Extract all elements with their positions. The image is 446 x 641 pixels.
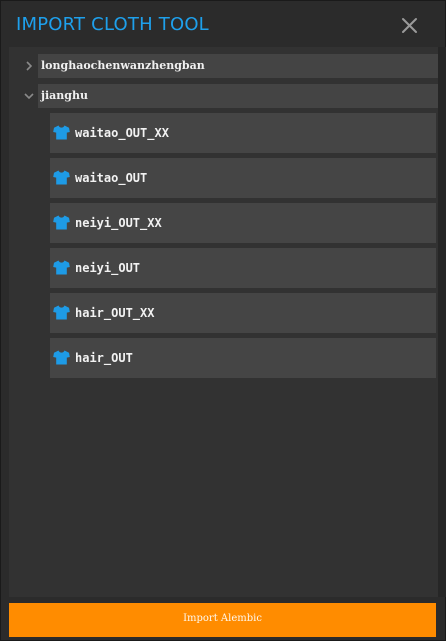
window-title: IMPORT CLOTH TOOL <box>16 14 209 35</box>
tree-item-label: waitao_OUT <box>75 171 148 185</box>
close-icon[interactable] <box>397 13 421 37</box>
tree-item-neiyi-out[interactable]: neiyi_OUT <box>50 248 436 288</box>
tree-item-hair-out[interactable]: hair_OUT <box>50 338 436 378</box>
import-cloth-tool-window: IMPORT CLOTH TOOL longhaochenwanzhengban <box>0 0 446 641</box>
tree-group-label: jianghu <box>41 89 88 102</box>
close-button[interactable] <box>397 13 421 37</box>
cloth-tree-panel: longhaochenwanzhengban jianghu waitao_OU… <box>9 47 438 597</box>
shirt-icon <box>53 260 70 275</box>
shirt-icon <box>53 305 70 320</box>
tree-item-label: waitao_OUT_XX <box>75 126 169 140</box>
shirt-icon <box>53 215 70 230</box>
tree-group-jianghu[interactable]: jianghu <box>17 84 438 108</box>
import-alembic-label: Import Alembic <box>183 613 262 624</box>
import-alembic-button[interactable]: Import Alembic <box>9 603 436 637</box>
tree-item-waitao-out[interactable]: waitao_OUT <box>50 158 436 198</box>
chevron-right-icon[interactable] <box>24 61 34 71</box>
tree-item-label: neiyi_OUT <box>75 261 141 275</box>
shirt-icon <box>53 170 70 185</box>
tree-group-label: longhaochenwanzhengban <box>41 59 205 72</box>
scrollbar-track[interactable] <box>438 47 446 597</box>
tree-group-label-box[interactable]: longhaochenwanzhengban <box>38 54 438 78</box>
tree-item-label: hair_OUT <box>75 351 133 365</box>
tree-item-label: hair_OUT_XX <box>75 306 155 320</box>
chevron-down-icon[interactable] <box>24 91 34 101</box>
tree-item-label: neiyi_OUT_XX <box>75 216 162 230</box>
tree-group-longhaochenwanzhengban[interactable]: longhaochenwanzhengban <box>17 54 438 78</box>
shirt-icon <box>53 125 70 140</box>
tree-item-hair-out-xx[interactable]: hair_OUT_XX <box>50 293 436 333</box>
tree-group-label-box[interactable]: jianghu <box>38 84 438 108</box>
tree-item-waitao-out-xx[interactable]: waitao_OUT_XX <box>50 113 436 153</box>
shirt-icon <box>53 350 70 365</box>
tree-item-neiyi-out-xx[interactable]: neiyi_OUT_XX <box>50 203 436 243</box>
title-bar: IMPORT CLOTH TOOL <box>1 1 446 49</box>
